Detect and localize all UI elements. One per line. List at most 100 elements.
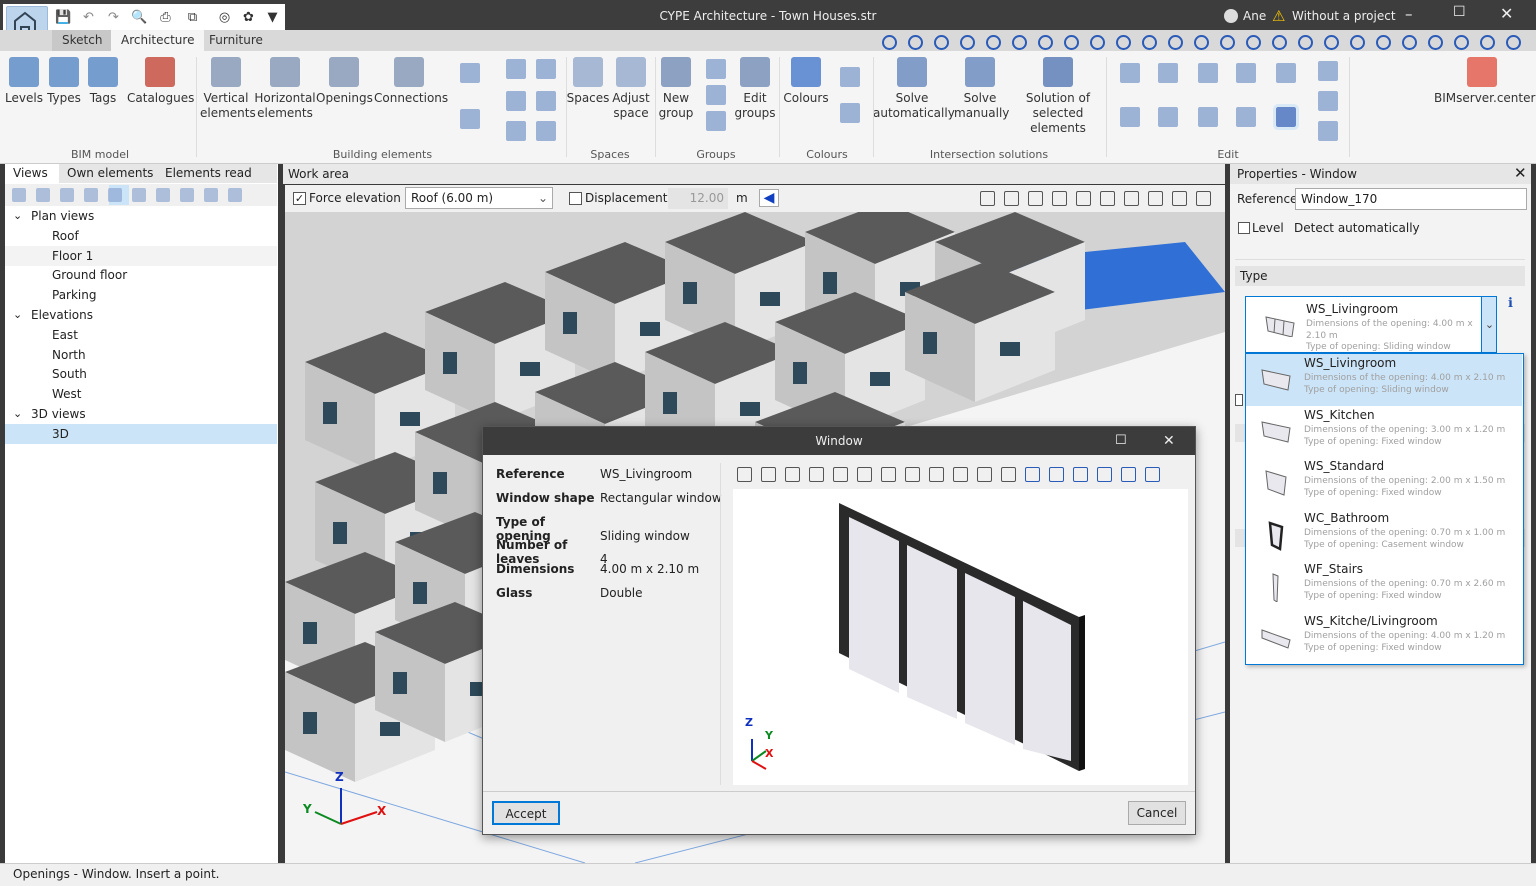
type-option[interactable]: WC_Bathroom Dimensions of the opening: 0.… [1246, 509, 1522, 561]
view-tool-icon[interactable] [1246, 35, 1261, 50]
new-group-button[interactable]: New group [654, 57, 698, 121]
tree-item[interactable]: West [5, 384, 277, 404]
views-tool-icon[interactable] [36, 188, 50, 202]
dialog-tool-icon[interactable] [1073, 467, 1088, 482]
solution-of-selected-elements-button[interactable]: Solution of selected elements [1008, 57, 1108, 136]
tool-icon[interactable] [506, 59, 526, 79]
view-tool-icon[interactable] [1172, 191, 1187, 206]
views-tool-icon[interactable] [60, 188, 74, 202]
dialog-tool-icon[interactable] [929, 467, 944, 482]
tab-furniture[interactable]: Furniture [199, 30, 273, 51]
tree-item[interactable]: Ground floor [5, 265, 277, 285]
openings-button[interactable]: Openings [316, 57, 373, 106]
view-tool-icon[interactable] [908, 35, 923, 50]
view-tool-icon[interactable] [1324, 35, 1339, 50]
tool-icon[interactable] [1273, 104, 1299, 130]
views-tool-icon[interactable] [156, 188, 170, 202]
tool-icon[interactable] [1318, 61, 1338, 81]
arrow-left-icon[interactable]: ◀ [759, 189, 779, 207]
view-tool-icon[interactable] [1350, 35, 1365, 50]
tool-icon[interactable] [1318, 121, 1338, 141]
view-tool-icon[interactable] [934, 35, 949, 50]
colour-icon[interactable]: ◎ [217, 10, 232, 25]
tool-icon[interactable] [706, 59, 726, 79]
view-tool-icon[interactable] [1076, 191, 1091, 206]
tab-own-elements[interactable]: Own elements [59, 164, 162, 183]
type-option[interactable]: WS_Kitche/Livingroom Dimensions of the op… [1246, 612, 1522, 664]
tab-views[interactable]: Views [5, 164, 56, 183]
views-tool-icon[interactable] [180, 188, 194, 202]
dialog-tool-icon[interactable] [761, 467, 776, 482]
horizontal-elements-button[interactable]: Horizontal elements [254, 57, 316, 121]
tool-icon[interactable] [840, 67, 860, 87]
dialog-tool-icon[interactable] [905, 467, 920, 482]
dialog-tool-icon[interactable] [1145, 467, 1160, 482]
palette-icon[interactable]: ✿ [241, 10, 256, 25]
view-tool-icon[interactable] [986, 35, 1001, 50]
solve-automatically-button[interactable]: Solve automatically [873, 57, 955, 121]
vertical-elements-button[interactable]: Vertical elements [200, 57, 256, 121]
tab-architecture[interactable]: Architecture [111, 30, 205, 51]
search-icon[interactable]: 🔍 [131, 10, 147, 25]
tree-item[interactable]: South [5, 364, 277, 384]
close-panel-icon[interactable]: ✕ [1514, 164, 1527, 182]
type-option[interactable]: WF_Stairs Dimensions of the opening: 0.70… [1246, 560, 1522, 612]
bimserver-center-button[interactable]: BIMserver.center [1434, 57, 1535, 106]
tree-item[interactable]: ⌄ 3D views [5, 404, 277, 424]
maximize-dialog-button[interactable]: ☐ [1115, 427, 1127, 455]
view-tool-icon[interactable] [1142, 35, 1157, 50]
views-tool-icon[interactable] [204, 188, 218, 202]
tool-icon[interactable] [506, 121, 526, 141]
views-tool-icon[interactable] [228, 188, 242, 202]
dialog-tool-icon[interactable] [833, 467, 848, 482]
view-tool-icon[interactable] [1506, 35, 1521, 50]
maximize-button[interactable]: ☐ [1453, 4, 1466, 20]
tree-item[interactable]: Floor 1 [5, 245, 277, 266]
dialog-tool-icon[interactable] [1097, 467, 1112, 482]
tree-item[interactable]: North [5, 345, 277, 365]
tool-icon[interactable] [1236, 63, 1256, 83]
dialog-tool-icon[interactable] [977, 467, 992, 482]
views-tool-icon[interactable] [108, 188, 122, 202]
views-tool-icon[interactable] [132, 188, 146, 202]
tool-icon[interactable] [536, 91, 556, 111]
tool-icon[interactable] [1120, 63, 1140, 83]
force-elevation-checkbox[interactable]: ✓ [293, 192, 306, 205]
connections-button[interactable]: Connections [374, 57, 448, 106]
tool-icon[interactable] [1198, 107, 1218, 127]
save-icon[interactable]: 💾 [55, 10, 71, 25]
tool-icon[interactable] [1158, 107, 1178, 127]
view-tool-icon[interactable] [1038, 35, 1053, 50]
info-icon[interactable]: ℹ [1508, 296, 1513, 311]
type-option[interactable]: WS_Standard Dimensions of the opening: 2.… [1246, 457, 1522, 509]
dialog-tool-icon[interactable] [809, 467, 824, 482]
reference-input[interactable]: Window_170 [1295, 188, 1527, 210]
view-tool-icon[interactable] [1298, 35, 1313, 50]
dialog-tool-icon[interactable] [857, 467, 872, 482]
tool-icon[interactable] [536, 121, 556, 141]
adjust-space-button[interactable]: Adjust space [610, 57, 652, 121]
undo-icon[interactable]: ↶ [81, 10, 96, 25]
solve-manually-button[interactable]: Solve manually [954, 57, 1009, 121]
tree-item[interactable]: East [5, 325, 277, 345]
tab-elements-read[interactable]: Elements read [157, 164, 277, 183]
view-tool-icon[interactable] [1148, 191, 1163, 206]
view-tool-icon[interactable] [1168, 35, 1183, 50]
view-tool-icon[interactable] [1480, 35, 1495, 50]
view-tool-icon[interactable] [1004, 191, 1019, 206]
chevron-down-icon[interactable]: ⌄ [13, 305, 22, 325]
chevron-down-icon[interactable]: ⌄ [13, 206, 22, 226]
accept-button[interactable]: Accept [492, 801, 560, 825]
dialog-tool-icon[interactable] [1025, 467, 1040, 482]
view-tool-icon[interactable] [1194, 35, 1209, 50]
tool-icon[interactable] [1236, 107, 1256, 127]
chevron-down-icon[interactable]: ⌄ [13, 404, 22, 424]
view-tool-icon[interactable] [1116, 35, 1131, 50]
close-dialog-button[interactable]: ✕ [1163, 427, 1175, 455]
view-tool-icon[interactable] [1376, 35, 1391, 50]
tool-icon[interactable] [506, 91, 526, 111]
view-tool-icon[interactable] [1052, 191, 1067, 206]
dialog-tool-icon[interactable] [785, 467, 800, 482]
view-tool-icon[interactable] [1028, 191, 1043, 206]
tool-icon[interactable] [1158, 63, 1178, 83]
